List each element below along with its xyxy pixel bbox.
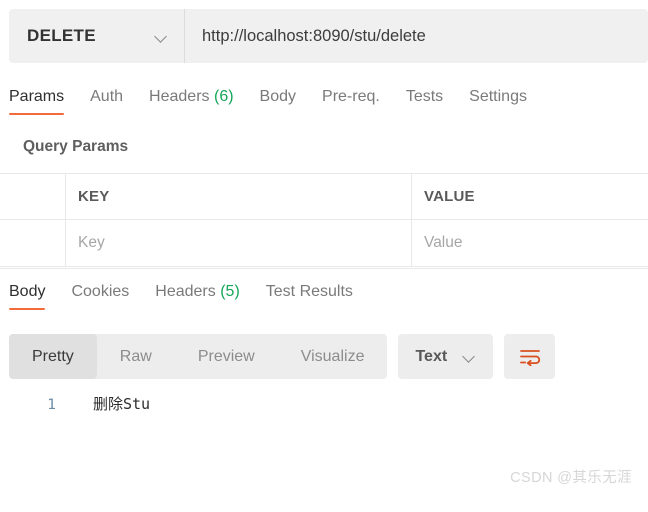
request-url-bar: DELETE http://localhost:8090/stu/delete — [9, 9, 648, 63]
tab-params[interactable]: Params — [9, 88, 65, 115]
response-body-viewer[interactable]: 1 删除Stu — [0, 393, 648, 512]
row-key-cell[interactable]: Key — [66, 220, 412, 266]
tab-prerequest-label: Pre-req. — [322, 88, 380, 105]
http-method-select[interactable]: DELETE — [9, 9, 185, 63]
tab-auth-label: Auth — [90, 88, 124, 105]
chevron-down-icon — [155, 30, 168, 43]
header-checkbox-cell — [0, 174, 66, 219]
tab-headers-count: (6) — [213, 88, 234, 105]
view-raw-button[interactable]: Raw — [97, 334, 175, 379]
response-tab-headers[interactable]: Headers (5) — [155, 283, 240, 310]
response-view-segmented-control: Pretty Raw Preview Visualize — [9, 334, 388, 379]
tab-settings-label: Settings — [469, 88, 527, 105]
response-tab-cookies[interactable]: Cookies — [71, 283, 129, 310]
response-section-divider — [0, 268, 648, 269]
url-input[interactable]: http://localhost:8090/stu/delete — [185, 9, 648, 63]
value-input-placeholder: Value — [424, 234, 463, 251]
response-type-select[interactable]: Text — [398, 334, 494, 379]
response-tab-body[interactable]: Body — [9, 283, 46, 310]
wrap-text-icon — [519, 349, 540, 366]
wrap-lines-button[interactable] — [504, 334, 556, 379]
watermark: CSDN @其乐无涯 — [510, 470, 632, 486]
view-visualize-label: Visualize — [300, 347, 365, 365]
view-preview-button[interactable]: Preview — [175, 334, 278, 379]
tab-settings[interactable]: Settings — [469, 88, 527, 115]
response-tab-test-results[interactable]: Test Results — [266, 283, 353, 310]
response-tab-headers-count: (5) — [220, 283, 240, 300]
tab-body-label: Body — [259, 88, 297, 105]
line-content: 删除Stu — [93, 395, 151, 413]
response-tab-test-results-label: Test Results — [265, 283, 353, 300]
tab-headers[interactable]: Headers (6) — [149, 88, 234, 115]
response-type-label: Text — [415, 347, 448, 365]
http-method-label: DELETE — [27, 26, 96, 45]
view-raw-label: Raw — [119, 347, 152, 365]
code-line: 1 删除Stu — [0, 393, 648, 414]
tab-tests[interactable]: Tests — [406, 88, 443, 115]
query-params-table: KEY VALUE Key Value — [0, 173, 648, 267]
key-input-placeholder: Key — [78, 234, 105, 251]
response-tab-cookies-label: Cookies — [71, 283, 130, 300]
view-preview-label: Preview — [197, 347, 255, 365]
view-visualize-button[interactable]: Visualize — [278, 334, 388, 379]
tab-headers-label: Headers — [149, 88, 210, 105]
chevron-down-icon — [463, 350, 476, 363]
query-params-title: Query Params — [23, 138, 129, 155]
line-number: 1 — [47, 397, 56, 413]
response-format-toolbar: Pretty Raw Preview Visualize Text — [9, 334, 648, 379]
header-value-cell: VALUE — [412, 174, 648, 219]
row-value-cell[interactable]: Value — [412, 220, 648, 266]
view-pretty-button[interactable]: Pretty — [9, 334, 97, 379]
response-tabs: Body Cookies Headers (5) Test Results — [9, 283, 648, 317]
tab-body[interactable]: Body — [260, 88, 296, 115]
request-tabs: Params Auth Headers (6) Body Pre-req. Te… — [9, 88, 648, 122]
response-tab-headers-label: Headers — [155, 283, 216, 300]
row-checkbox-cell[interactable] — [0, 220, 66, 266]
column-header-key: KEY — [78, 188, 110, 205]
tab-params-label: Params — [9, 88, 65, 105]
response-tab-body-label: Body — [9, 283, 46, 300]
column-header-value: VALUE — [424, 188, 475, 205]
view-pretty-label: Pretty — [32, 347, 74, 365]
tab-prerequest[interactable]: Pre-req. — [322, 88, 380, 115]
table-header-row: KEY VALUE — [0, 174, 648, 220]
tab-tests-label: Tests — [405, 88, 444, 105]
header-key-cell: KEY — [66, 174, 412, 219]
tab-auth[interactable]: Auth — [90, 88, 123, 115]
table-row[interactable]: Key Value — [0, 220, 648, 266]
